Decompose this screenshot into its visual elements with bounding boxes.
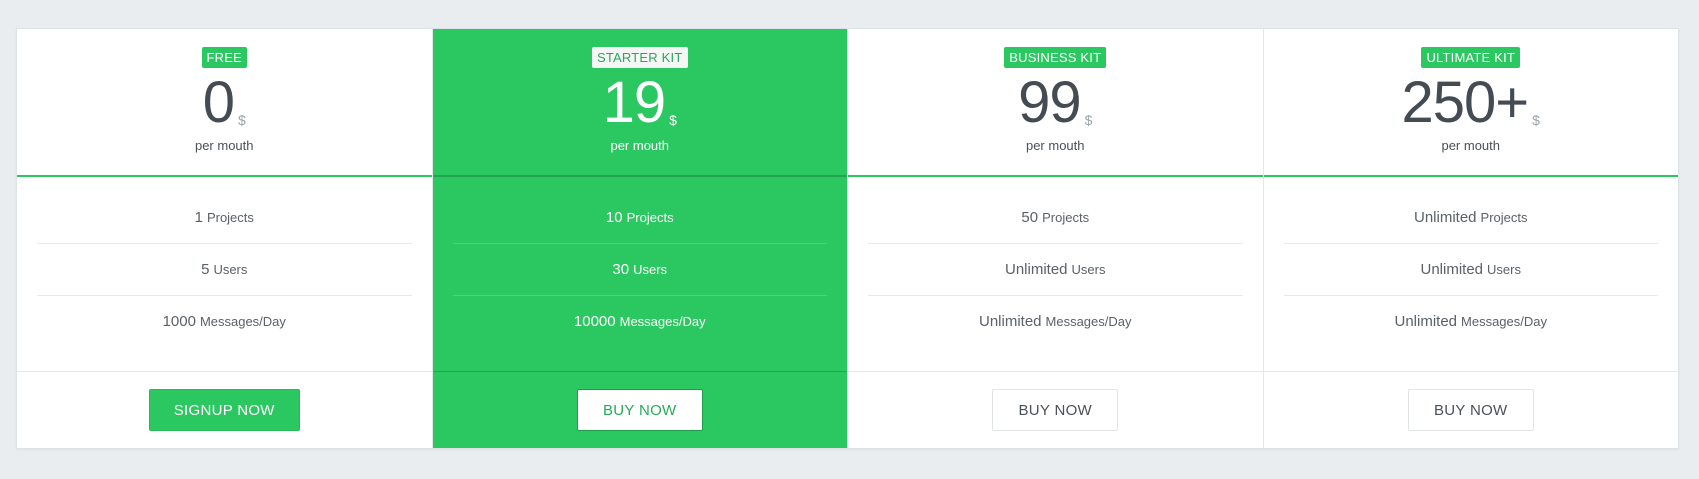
- feature-users: 5 Users: [37, 244, 412, 296]
- currency-symbol: $: [1532, 112, 1540, 128]
- feature-value: 1000: [162, 313, 196, 330]
- plan-header: ULTIMATE KIT 250+ $ per mouth: [1263, 29, 1678, 177]
- feature-value: 10: [605, 209, 623, 226]
- currency-symbol: $: [1084, 112, 1093, 128]
- feature-list: 50 Projects Unlimited Users Unlimited Me…: [848, 177, 1263, 372]
- feature-value: Unlimited: [1420, 261, 1484, 278]
- price-row: 99 $: [1018, 74, 1092, 132]
- currency-symbol: $: [669, 112, 677, 128]
- feature-users: Unlimited Users: [868, 244, 1243, 296]
- plan-badge: STARTER KIT: [591, 47, 688, 68]
- feature-messages: Unlimited Messages/Day: [868, 296, 1243, 347]
- feature-unit: Messages/Day: [1045, 314, 1132, 329]
- feature-unit: Users: [213, 262, 248, 277]
- billing-period: per mouth: [610, 138, 670, 153]
- feature-unit: Messages/Day: [619, 314, 706, 329]
- signup-now-button[interactable]: SIGNUP NOW: [148, 389, 300, 431]
- feature-projects: Unlimited Projects: [1283, 192, 1658, 244]
- feature-value: 10000: [573, 313, 616, 330]
- plan-free: FREE 0 $ per mouth 1 Projects 5 Users 10…: [17, 29, 432, 448]
- buy-now-button[interactable]: BUY NOW: [1407, 389, 1534, 431]
- plan-footer: SIGNUP NOW: [17, 372, 432, 448]
- price-row: 19 $: [603, 74, 677, 132]
- feature-users: 30 Users: [452, 244, 827, 296]
- feature-list: Unlimited Projects Unlimited Users Unlim…: [1263, 177, 1678, 372]
- feature-value: Unlimited: [978, 313, 1042, 330]
- feature-unit: Projects: [1480, 210, 1528, 225]
- billing-period: per mouth: [1441, 138, 1501, 153]
- price-row: 250+ $: [1402, 74, 1540, 132]
- plan-price: 99: [1018, 70, 1082, 135]
- feature-value: Unlimited: [1414, 209, 1477, 226]
- feature-users: Unlimited Users: [1283, 244, 1658, 296]
- plan-header: STARTER KIT 19 $ per mouth: [432, 29, 847, 177]
- buy-now-button[interactable]: BUY NOW: [576, 389, 703, 431]
- plan-price: 250+: [1401, 70, 1530, 135]
- buy-now-button[interactable]: BUY NOW: [992, 389, 1119, 431]
- plan-price: 0: [202, 70, 235, 135]
- price-row: 0 $: [203, 74, 246, 132]
- feature-unit: Messages/Day: [1461, 314, 1547, 329]
- feature-value: 1: [194, 209, 203, 226]
- plan-starter-kit: STARTER KIT 19 $ per mouth 10 Projects 3…: [431, 29, 848, 448]
- currency-symbol: $: [237, 112, 246, 128]
- feature-list: 10 Projects 30 Users 10000 Messages/Day: [432, 177, 847, 372]
- feature-list: 1 Projects 5 Users 1000 Messages/Day: [17, 177, 432, 372]
- plan-badge: ULTIMATE KIT: [1421, 47, 1521, 68]
- feature-projects: 1 Projects: [37, 192, 412, 244]
- plan-price: 19: [602, 70, 667, 135]
- plan-business-kit: BUSINESS KIT 99 $ per mouth 50 Projects …: [847, 29, 1263, 448]
- feature-messages: 1000 Messages/Day: [37, 296, 412, 347]
- feature-projects: 10 Projects: [452, 192, 827, 244]
- feature-messages: Unlimited Messages/Day: [1284, 296, 1659, 347]
- feature-unit: Projects: [206, 210, 254, 225]
- feature-messages: 10000 Messages/Day: [453, 296, 828, 347]
- plan-badge: FREE: [201, 47, 247, 68]
- feature-unit: Projects: [626, 210, 674, 225]
- plan-footer: BUY NOW: [848, 372, 1263, 448]
- plan-header: BUSINESS KIT 99 $ per mouth: [848, 29, 1263, 177]
- plan-header: FREE 0 $ per mouth: [17, 29, 432, 177]
- feature-unit: Users: [1071, 262, 1106, 277]
- feature-unit: Projects: [1042, 210, 1090, 225]
- plan-badge: BUSINESS KIT: [1004, 47, 1107, 68]
- billing-period: per mouth: [1025, 138, 1085, 153]
- pricing-table: FREE 0 $ per mouth 1 Projects 5 Users 10…: [16, 28, 1679, 449]
- plan-footer: BUY NOW: [433, 372, 848, 448]
- feature-unit: Users: [633, 262, 668, 277]
- feature-value: Unlimited: [1005, 261, 1068, 278]
- billing-period: per mouth: [194, 138, 254, 153]
- feature-value: Unlimited: [1394, 313, 1458, 330]
- plan-footer: BUY NOW: [1264, 372, 1679, 448]
- feature-projects: 50 Projects: [868, 192, 1243, 244]
- feature-value: 30: [612, 261, 630, 278]
- feature-unit: Users: [1487, 262, 1521, 277]
- plan-ultimate-kit: ULTIMATE KIT 250+ $ per mouth Unlimited …: [1262, 29, 1679, 448]
- feature-value: 50: [1021, 209, 1039, 226]
- feature-unit: Messages/Day: [199, 314, 286, 329]
- feature-value: 5: [201, 261, 210, 278]
